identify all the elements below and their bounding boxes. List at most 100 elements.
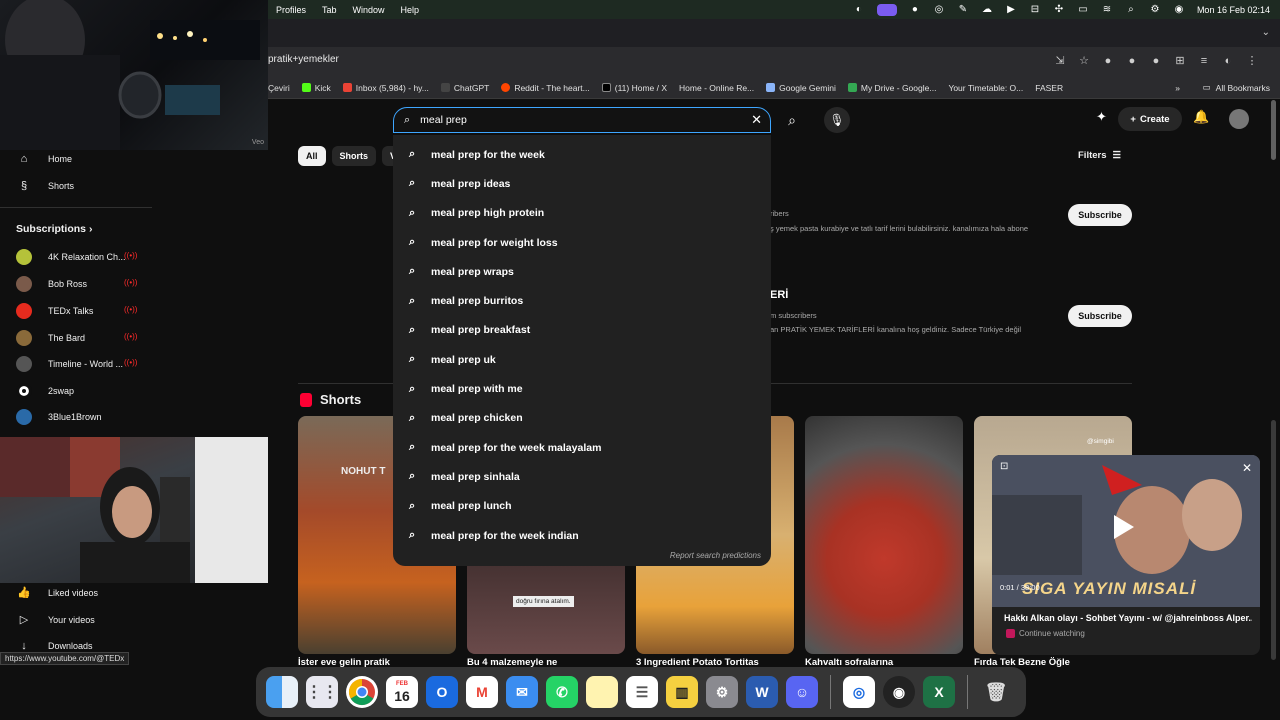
all-bookmarks[interactable]: ▭ All Bookmarks [1203, 82, 1270, 93]
spotlight-like-icon[interactable]: ◐ [853, 4, 865, 15]
suggestion-item[interactable]: ⌕ meal prep ideas [393, 169, 771, 198]
mail-icon[interactable]: ✉ [506, 676, 538, 708]
cast-icon[interactable]: ✦ [1096, 109, 1107, 125]
control-center-icon[interactable]: ⚙ [1149, 4, 1161, 15]
report-predictions-link[interactable]: Report search predictions [670, 551, 761, 560]
bookmark[interactable]: Kick [301, 83, 331, 93]
outlook-icon[interactable]: O [426, 676, 458, 708]
extension-2-icon[interactable]: ● [1126, 55, 1138, 67]
menu-profiles[interactable]: Profiles [276, 5, 306, 15]
play-icon[interactable] [1114, 515, 1134, 539]
install-icon[interactable]: ⇲ [1054, 55, 1066, 67]
tab-search-icon[interactable]: ⌄ [1262, 27, 1270, 38]
suggestion-item[interactable]: ⌕ meal prep for weight loss [393, 228, 771, 257]
subscriptions-heading[interactable]: Subscriptions › [16, 223, 92, 235]
siri-icon[interactable]: ◉ [1173, 4, 1185, 15]
sidebar-sub-item[interactable]: Bob Ross [0, 276, 87, 292]
suggestion-item[interactable]: ⌕ meal prep for the week indian [393, 521, 771, 550]
extension-1-icon[interactable]: ● [1102, 55, 1114, 67]
expand-icon[interactable]: ⊡ [1000, 461, 1008, 472]
reminders-icon[interactable]: ☰ [626, 676, 658, 708]
menu-window[interactable]: Window [353, 5, 385, 15]
chrome-icon[interactable] [346, 676, 378, 708]
sidebar-sub-item[interactable]: Timeline - World ... [0, 356, 123, 372]
mini-player-video[interactable]: ⊡ ✕ SIGA YAYIN MISALİ 0:01 / 38:00 [992, 455, 1260, 607]
wifi-icon[interactable]: ≋ [1101, 4, 1113, 15]
sidebar-sub-item[interactable]: 3Blue1Brown [0, 409, 102, 425]
sidebar-item-your-videos[interactable]: ▷ Your videos [0, 613, 95, 626]
sidebar-sub-item[interactable]: 2swap [0, 383, 74, 399]
clock[interactable]: Mon 16 Feb 02:14 [1197, 5, 1270, 15]
page-scrollbar[interactable] [1271, 100, 1276, 160]
bookmark[interactable]: Reddit - The heart... [501, 83, 590, 93]
sidebar-sub-item[interactable]: The Bard [0, 330, 85, 346]
star-icon[interactable]: ☆ [1078, 55, 1090, 67]
trash-icon[interactable]: 🗑 [980, 676, 1012, 708]
bookmark[interactable]: FASER [1035, 83, 1063, 93]
sidebar-item-shorts[interactable]: § Shorts [0, 180, 74, 192]
discord-icon[interactable]: ☺ [786, 676, 818, 708]
mini-player-title[interactable]: Hakkı Alkan olayı - Sohbet Yayını - w/ @… [1004, 613, 1252, 623]
record-dot-icon[interactable]: ● [909, 4, 921, 15]
bookmark[interactable]: Inbox (5,984) - hy... [342, 83, 429, 93]
gmail-icon[interactable]: M [466, 676, 498, 708]
proxyman-icon[interactable]: ◎ [843, 676, 875, 708]
cloud-icon[interactable]: ☁ [981, 4, 993, 15]
suggestion-item[interactable]: ⌕ meal prep with me [393, 374, 771, 403]
suggestion-item[interactable]: ⌕ meal prep sinhala [393, 462, 771, 491]
more-bookmarks-icon[interactable]: » [1175, 83, 1180, 93]
menu-help[interactable]: Help [401, 5, 420, 15]
word-icon[interactable]: W [746, 676, 778, 708]
address-bar[interactable]: pratik+yemekler [268, 54, 339, 65]
mic-icon[interactable]: 🎙 [824, 107, 850, 133]
suggestion-item[interactable]: ⌕ meal prep breakfast [393, 316, 771, 345]
bookmark[interactable]: My Drive - Google... [847, 83, 936, 93]
clear-icon[interactable]: ✕ [751, 112, 762, 128]
subscribe-button[interactable]: Subscribe [1068, 305, 1132, 327]
pen-icon[interactable]: ✎ [957, 4, 969, 15]
search-icon[interactable]: ⌕ [1125, 4, 1137, 15]
screen-share-icon[interactable] [876, 3, 897, 16]
suggestion-item[interactable]: ⌕ meal prep chicken [393, 404, 771, 433]
suggestion-item[interactable]: ⌕ meal prep uk [393, 345, 771, 374]
bookmark[interactable]: Home - Online Re... [679, 83, 754, 93]
system-settings-icon[interactable]: ⚙ [706, 676, 738, 708]
suggestion-item[interactable]: ⌕ meal prep wraps [393, 257, 771, 286]
profile-icon[interactable]: ◐ [1222, 55, 1234, 67]
search-button[interactable]: ⌕ [778, 107, 806, 133]
suggestion-item[interactable]: ⌕ meal prep lunch [393, 492, 771, 521]
vpn-icon[interactable]: ◎ [933, 4, 945, 15]
search-query[interactable]: meal prep [420, 114, 467, 126]
short-thumbnail[interactable] [805, 416, 963, 654]
chip-all[interactable]: All [298, 146, 326, 166]
excel-icon[interactable]: X [923, 676, 955, 708]
extension-3-icon[interactable]: ● [1150, 55, 1162, 67]
launchpad-icon[interactable]: ⋮⋮ [306, 676, 338, 708]
suggestion-item[interactable]: ⌕ meal prep high protein [393, 199, 771, 228]
bookmark[interactable]: Your Timetable: O... [948, 83, 1023, 93]
stats-icon[interactable]: ▥ [666, 676, 698, 708]
close-icon[interactable]: ✕ [1242, 461, 1252, 475]
bell-icon[interactable]: 🔔 [1193, 109, 1209, 125]
play-circle-icon[interactable]: ▶ [1005, 4, 1017, 15]
avatar[interactable] [1229, 109, 1249, 129]
mini-player[interactable]: ⊡ ✕ SIGA YAYIN MISALİ 0:01 / 38:00 Hakkı… [992, 455, 1260, 655]
puzzle-icon[interactable]: ⊞ [1174, 55, 1186, 67]
menu-tab[interactable]: Tab [322, 5, 337, 15]
menu-icon[interactable]: ⋮ [1246, 55, 1258, 67]
create-button[interactable]: + Create [1118, 107, 1182, 131]
sidebar-sub-item[interactable]: TEDx Talks [0, 303, 93, 319]
page-scrollbar-track[interactable] [1271, 420, 1276, 660]
bookmark[interactable]: Google Gemini [766, 83, 836, 93]
suggestion-item[interactable]: ⌕ meal prep burritos [393, 286, 771, 315]
filters-button[interactable]: Filters ☰ [1078, 150, 1121, 161]
fan-icon[interactable]: ✣ [1053, 4, 1065, 15]
calendar-icon[interactable]: FEB 16 [386, 676, 418, 708]
sidebar-sub-item[interactable]: 4K Relaxation Ch... [0, 249, 126, 265]
chip-shorts[interactable]: Shorts [331, 146, 377, 166]
battery-icon[interactable]: ▭ [1077, 4, 1089, 15]
media-icon[interactable]: ≡ [1198, 55, 1210, 67]
notes-icon[interactable] [586, 676, 618, 708]
suggestion-item[interactable]: ⌕ meal prep for the week malayalam [393, 433, 771, 462]
sidebar-item-home[interactable]: ⌂ Home [0, 153, 72, 165]
